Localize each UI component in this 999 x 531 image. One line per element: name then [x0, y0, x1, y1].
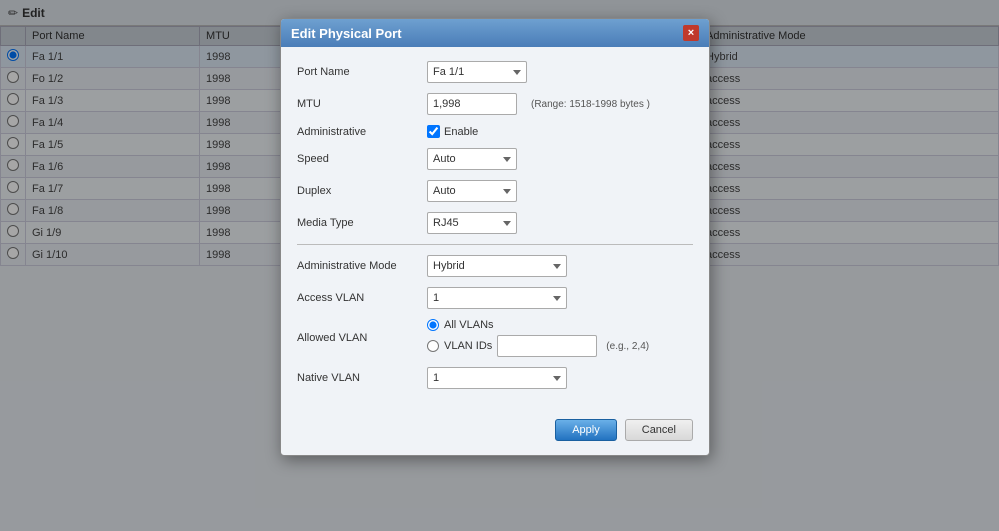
- speed-select[interactable]: Auto 10 100 1000: [427, 148, 517, 170]
- port-name-control: Fa 1/1: [427, 61, 693, 83]
- port-name-row: Port Name Fa 1/1: [297, 61, 693, 83]
- port-name-select[interactable]: Fa 1/1: [427, 61, 527, 83]
- apply-button[interactable]: Apply: [555, 419, 617, 441]
- mtu-row: MTU (Range: 1518-1998 bytes ): [297, 93, 693, 115]
- vlan-ids-label: VLAN IDs: [444, 340, 492, 352]
- duplex-row: Duplex Auto Full Half: [297, 180, 693, 202]
- port-name-label: Port Name: [297, 66, 427, 78]
- media-type-control: RJ45 SFP: [427, 212, 693, 234]
- native-vlan-select[interactable]: 1 2 3: [427, 367, 567, 389]
- duplex-control: Auto Full Half: [427, 180, 693, 202]
- enable-checkbox[interactable]: [427, 125, 440, 138]
- dialog-body: Port Name Fa 1/1 MTU (Range: 1518-1998 b…: [281, 47, 709, 411]
- allowed-vlan-all: All VLANs: [427, 319, 649, 331]
- admin-mode-control: Hybrid Access Trunk: [427, 255, 693, 277]
- vlan-ids-hint: (e.g., 2,4): [606, 341, 649, 352]
- dialog-close-button[interactable]: ×: [683, 25, 699, 41]
- native-vlan-row: Native VLAN 1 2 3: [297, 367, 693, 389]
- administrative-row: Administrative Enable: [297, 125, 693, 138]
- dialog-title-bar: Edit Physical Port ×: [281, 19, 709, 47]
- dialog-title: Edit Physical Port: [291, 26, 402, 41]
- vlan-ids-input[interactable]: [497, 335, 597, 357]
- allowed-vlan-ids: VLAN IDs (e.g., 2,4): [427, 335, 649, 357]
- media-type-label: Media Type: [297, 217, 427, 229]
- mtu-control: (Range: 1518-1998 bytes ): [427, 93, 693, 115]
- duplex-select[interactable]: Auto Full Half: [427, 180, 517, 202]
- administrative-control: Enable: [427, 125, 693, 138]
- duplex-label: Duplex: [297, 185, 427, 197]
- access-vlan-label: Access VLAN: [297, 292, 427, 304]
- media-type-select[interactable]: RJ45 SFP: [427, 212, 517, 234]
- administrative-label: Administrative: [297, 126, 427, 138]
- edit-physical-port-dialog: Edit Physical Port × Port Name Fa 1/1 MT…: [280, 18, 710, 456]
- access-vlan-row: Access VLAN 1 2 3: [297, 287, 693, 309]
- mtu-hint: (Range: 1518-1998 bytes ): [531, 99, 650, 110]
- media-type-row: Media Type RJ45 SFP: [297, 212, 693, 234]
- allowed-vlan-label: Allowed VLAN: [297, 332, 427, 344]
- access-vlan-control: 1 2 3: [427, 287, 693, 309]
- allowed-vlan-control: All VLANs VLAN IDs (e.g., 2,4): [427, 319, 693, 357]
- allowed-vlan-row: Allowed VLAN All VLANs VLAN IDs (e.g., 2…: [297, 319, 693, 357]
- all-vlans-label: All VLANs: [444, 319, 494, 331]
- enable-checkbox-label[interactable]: Enable: [427, 125, 478, 138]
- admin-mode-select[interactable]: Hybrid Access Trunk: [427, 255, 567, 277]
- native-vlan-control: 1 2 3: [427, 367, 693, 389]
- admin-mode-label: Administrative Mode: [297, 260, 427, 272]
- admin-mode-row: Administrative Mode Hybrid Access Trunk: [297, 255, 693, 277]
- speed-control: Auto 10 100 1000: [427, 148, 693, 170]
- all-vlans-radio[interactable]: [427, 319, 439, 331]
- access-vlan-select[interactable]: 1 2 3: [427, 287, 567, 309]
- native-vlan-label: Native VLAN: [297, 372, 427, 384]
- cancel-button[interactable]: Cancel: [625, 419, 693, 441]
- allowed-vlan-radio-group: All VLANs VLAN IDs (e.g., 2,4): [427, 319, 649, 357]
- enable-label: Enable: [444, 126, 478, 138]
- speed-label: Speed: [297, 153, 427, 165]
- separator: [297, 244, 693, 245]
- speed-row: Speed Auto 10 100 1000: [297, 148, 693, 170]
- mtu-label: MTU: [297, 98, 427, 110]
- vlan-ids-radio[interactable]: [427, 340, 439, 352]
- dialog-footer: Apply Cancel: [281, 411, 709, 455]
- mtu-input[interactable]: [427, 93, 517, 115]
